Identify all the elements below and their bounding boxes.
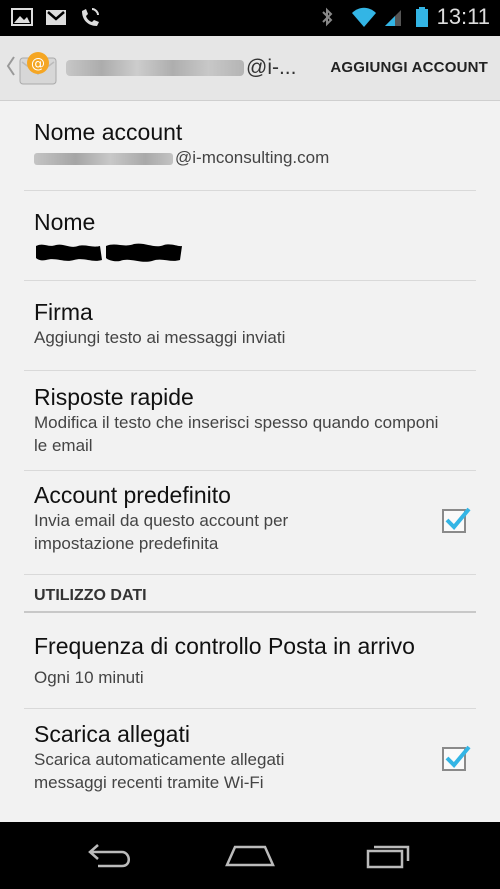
setting-title: Account predefinito <box>34 482 231 508</box>
account-title: @i-... <box>66 56 296 80</box>
setting-title: Nome account <box>34 119 183 145</box>
setting-title: Frequenza di controllo Posta in arrivo <box>34 633 415 659</box>
add-account-button[interactable]: AGGIUNGI ACCOUNT <box>330 59 488 76</box>
navigation-bar <box>0 822 500 889</box>
action-bar: @ @i-... AGGIUNGI ACCOUNT <box>0 36 500 101</box>
blurred-account-name <box>66 60 244 77</box>
bluetooth-icon <box>319 6 343 28</box>
status-bar: 13:11 <box>0 0 500 36</box>
setting-summary: Modifica il testo che inserisci spesso q… <box>34 413 439 455</box>
image-icon <box>10 6 34 28</box>
redacted-name <box>36 243 182 262</box>
setting-default-account[interactable]: Account predefinito Invia email da quest… <box>24 471 476 575</box>
setting-inbox-check-frequency[interactable]: Frequenza di controllo Posta in arrivo O… <box>24 613 476 709</box>
home-icon <box>225 845 275 867</box>
account-settings-list: Nome account @i-mconsulting.com Nome Fir… <box>0 101 500 803</box>
download-attachments-checkbox[interactable] <box>442 745 471 771</box>
wifi-icon <box>351 6 376 28</box>
setting-summary: Invia email da questo account per impost… <box>34 511 289 553</box>
blurred-email-prefix <box>34 152 173 165</box>
home-button[interactable] <box>225 839 275 871</box>
recent-apps-button[interactable] <box>364 839 414 871</box>
setting-title: Scarica allegati <box>34 721 190 747</box>
setting-summary: Scarica automaticamente allegati messagg… <box>34 750 285 792</box>
setting-title: Firma <box>34 299 93 325</box>
checkmark-icon <box>445 507 471 530</box>
setting-name[interactable]: Nome <box>24 191 476 281</box>
missed-call-icon <box>78 6 102 28</box>
setting-summary: Ogni 10 minuti <box>34 668 144 687</box>
back-button[interactable] <box>86 839 136 871</box>
setting-account-name[interactable]: Nome account @i-mconsulting.com <box>24 101 476 191</box>
setting-title: Nome <box>34 209 96 235</box>
setting-signature[interactable]: Firma Aggiungi testo ai messaggi inviati <box>24 281 476 371</box>
default-account-checkbox[interactable] <box>442 507 471 533</box>
setting-summary: Aggiungi testo ai messaggi inviati <box>34 328 286 347</box>
battery-icon <box>415 6 429 28</box>
svg-text:@: @ <box>31 56 45 72</box>
setting-download-attachments[interactable]: Scarica allegati Scarica automaticamente… <box>24 709 476 803</box>
signal-icon <box>383 6 407 28</box>
setting-summary: @i-mconsulting.com <box>34 146 466 169</box>
chevron-left-icon <box>6 56 16 76</box>
setting-quick-responses[interactable]: Risposte rapide Modifica il testo che in… <box>24 371 476 471</box>
recent-apps-icon <box>366 845 410 869</box>
back-arrow-icon <box>88 844 130 868</box>
section-header-data-usage: UTILIZZO DATI <box>24 575 476 613</box>
email-app-icon: @ <box>18 50 58 86</box>
setting-title: Risposte rapide <box>34 384 194 410</box>
checkmark-icon <box>445 745 471 768</box>
status-clock: 13:11 <box>436 4 490 29</box>
gmail-icon <box>44 6 68 28</box>
